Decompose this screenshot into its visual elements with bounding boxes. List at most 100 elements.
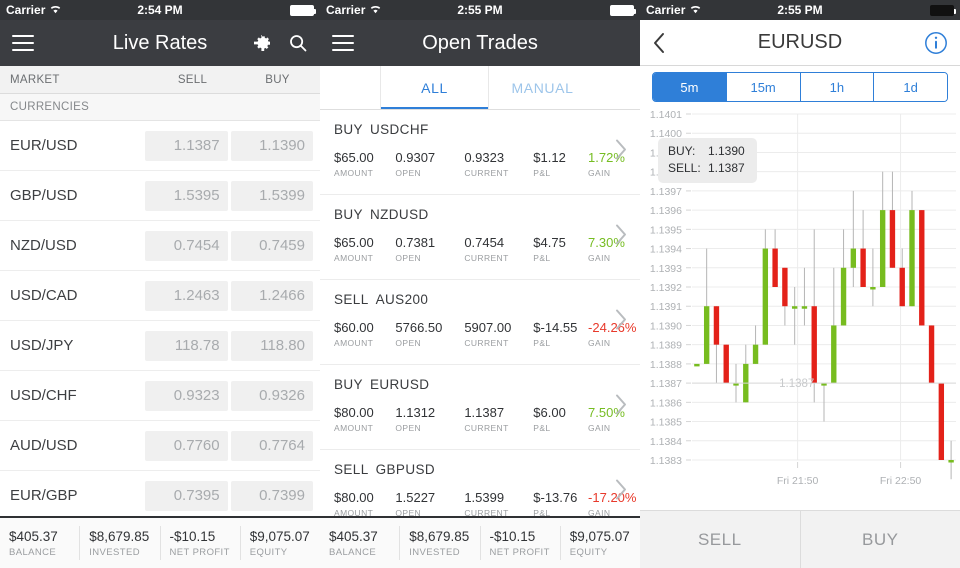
trade-metrics: $65.00 AMOUNT 0.7381 OPEN 0.7454 CURRENT $4.75…: [334, 235, 640, 263]
metric-value: 0.9323: [464, 150, 505, 165]
chevron-right-icon[interactable]: [615, 479, 628, 506]
chevron-right-icon[interactable]: [615, 139, 628, 166]
trade-symbol: GBPUSD: [375, 462, 436, 477]
info-icon[interactable]: [924, 31, 948, 55]
metric-label: CURRENT: [464, 168, 509, 178]
rate-market-name: USD/CAD: [10, 287, 78, 304]
candlestick: [870, 248, 876, 307]
chevron-right-icon[interactable]: [615, 224, 628, 251]
rate-buy-price[interactable]: 1.1390: [230, 130, 313, 161]
status-time: 2:55 PM: [777, 3, 823, 17]
rate-buy-price[interactable]: 118.80: [230, 330, 313, 361]
rate-row[interactable]: NZD/USD 0.7454 0.7459: [0, 221, 320, 271]
rate-sell-price[interactable]: 0.7395: [145, 480, 228, 511]
trade-symbol: EURUSD: [369, 377, 430, 392]
metric-value: 0.7454: [464, 235, 505, 250]
rate-row[interactable]: USD/JPY 118.78 118.80: [0, 321, 320, 371]
chart-y-tick-label: 1.1394: [650, 244, 682, 256]
summary-value: -$10.15: [169, 528, 216, 544]
rate-sell-price[interactable]: 1.5395: [145, 180, 228, 211]
chart-y-tick-label: 1.1386: [650, 397, 682, 409]
candlestick: [889, 171, 896, 268]
rate-sell-price[interactable]: 0.9323: [145, 380, 228, 411]
rate-buy-price[interactable]: 1.5399: [230, 180, 313, 211]
timeframe-segmented-control[interactable]: 5m 15m 1h 1d: [652, 72, 948, 102]
hamburger-menu-icon[interactable]: [12, 35, 34, 51]
rates-list[interactable]: EUR/USD 1.1387 1.1390 GBP/USD 1.5395 1.5399 NZ…: [0, 121, 320, 521]
trade-title: SELL AUS200: [334, 292, 640, 307]
timeframe-1h[interactable]: 1h: [800, 73, 875, 101]
page-title: Open Trades: [422, 31, 538, 54]
timeframe-5m[interactable]: 5m: [653, 73, 727, 101]
rate-row[interactable]: EUR/USD 1.1387 1.1390: [0, 121, 320, 171]
rate-row[interactable]: EUR/GBP 0.7395 0.7399: [0, 471, 320, 521]
trade-row[interactable]: BUY USDCHF $65.00 AMOUNT 0.9307 OPEN 0.9323 CUR…: [320, 110, 640, 195]
trade-action-bar: SELL BUY: [640, 510, 960, 568]
hamburger-menu-icon[interactable]: [332, 35, 354, 51]
screen-open-trades: Carrier 2:55 PM Open Trades ALL MANUAL BU…: [320, 0, 640, 568]
candlestick: [860, 210, 866, 287]
chart-y-tick-label: 1.1391: [650, 301, 682, 313]
buy-button[interactable]: BUY: [801, 511, 960, 568]
metric-pl: $4.75 P&L: [533, 235, 588, 263]
rate-buy-price[interactable]: 0.7459: [230, 230, 313, 261]
candlestick: [811, 229, 817, 403]
rate-row[interactable]: USD/CAD 1.2463 1.2466: [0, 271, 320, 321]
trade-row[interactable]: SELL AUS200 $60.00 AMOUNT 5766.50 OPEN 5907.00…: [320, 280, 640, 365]
metric-pl: $-13.76 P&L: [533, 490, 588, 518]
timeframe-15m[interactable]: 15m: [726, 73, 801, 101]
rate-row[interactable]: GBP/USD 1.5395 1.5399: [0, 171, 320, 221]
three-phone-screens: Carrier 2:54 PM Live Rates MARKET SELL B…: [0, 0, 960, 568]
rate-buy-price[interactable]: 0.7764: [230, 430, 313, 461]
tab-manual[interactable]: MANUAL: [488, 66, 596, 109]
chevron-right-icon[interactable]: [615, 394, 628, 421]
rates-column-header: MARKET SELL BUY: [0, 66, 320, 94]
rate-sell-price[interactable]: 0.7454: [145, 230, 228, 261]
summary-label: BALANCE: [9, 546, 57, 558]
metric-label: GAIN: [588, 423, 611, 433]
trade-side: BUY: [334, 122, 363, 137]
battery-icon: [930, 4, 956, 16]
tab-all[interactable]: ALL: [380, 66, 488, 109]
rate-row[interactable]: USD/CHF 0.9323 0.9326: [0, 371, 320, 421]
rate-buy-price[interactable]: 0.9326: [230, 380, 313, 411]
nav-actions: [924, 31, 948, 55]
rate-sell-price[interactable]: 1.2463: [145, 280, 228, 311]
metric-value: $65.00: [334, 235, 374, 250]
chart-y-tick-label: 1.1385: [650, 417, 682, 429]
rate-buy-price[interactable]: 1.2466: [230, 280, 313, 311]
rate-sell-price[interactable]: 0.7760: [145, 430, 228, 461]
tooltip-sell-label: SELL:: [668, 161, 701, 175]
gear-icon[interactable]: [252, 33, 272, 53]
chevron-right-icon[interactable]: [615, 309, 628, 336]
timeframe-1d[interactable]: 1d: [874, 73, 947, 101]
section-header-currencies: CURRENCIES: [0, 94, 320, 121]
trade-row[interactable]: BUY EURUSD $80.00 AMOUNT 1.1312 OPEN 1.1387 CUR…: [320, 365, 640, 450]
metric-value: 1.5227: [395, 490, 436, 505]
column-market: MARKET: [10, 73, 60, 86]
rate-market-name: USD/CHF: [10, 387, 77, 404]
rate-buy-price[interactable]: 0.7399: [230, 480, 313, 511]
trade-row[interactable]: BUY NZDUSD $65.00 AMOUNT 0.7381 OPEN 0.7454 CUR…: [320, 195, 640, 280]
trade-side: BUY: [334, 207, 363, 222]
candlestick-chart[interactable]: 1.14011.14001.13991.13981.13971.13961.13…: [640, 108, 960, 506]
open-trades-list[interactable]: BUY USDCHF $65.00 AMOUNT 0.9307 OPEN 0.9323 CUR…: [320, 110, 640, 535]
trade-metrics: $80.00 AMOUNT 1.1312 OPEN 1.1387 CURRENT $6.00…: [334, 405, 640, 433]
rate-row[interactable]: AUD/USD 0.7760 0.7764: [0, 421, 320, 471]
rate-sell-price[interactable]: 118.78: [145, 330, 228, 361]
chevron-left-icon[interactable]: [652, 32, 666, 54]
sell-button[interactable]: SELL: [640, 511, 801, 568]
rate-sell-price[interactable]: 1.1387: [145, 130, 228, 161]
trade-title: BUY EURUSD: [334, 377, 640, 392]
metric-value: $65.00: [334, 150, 374, 165]
metric-open: 0.9307 OPEN: [395, 150, 464, 178]
metric-value: $-14.55: [533, 320, 578, 335]
search-icon[interactable]: [288, 33, 308, 53]
screen-live-rates: Carrier 2:54 PM Live Rates MARKET SELL B…: [0, 0, 320, 568]
summary-label: NET PROFIT: [489, 546, 550, 558]
rate-market-name: NZD/USD: [10, 237, 77, 254]
timeframe-selector: 5m 15m 1h 1d: [640, 66, 960, 108]
summary-label: EQUITY: [249, 546, 288, 558]
metric-label: P&L: [533, 338, 551, 348]
chart-y-tick-label: 1.1389: [650, 340, 682, 352]
